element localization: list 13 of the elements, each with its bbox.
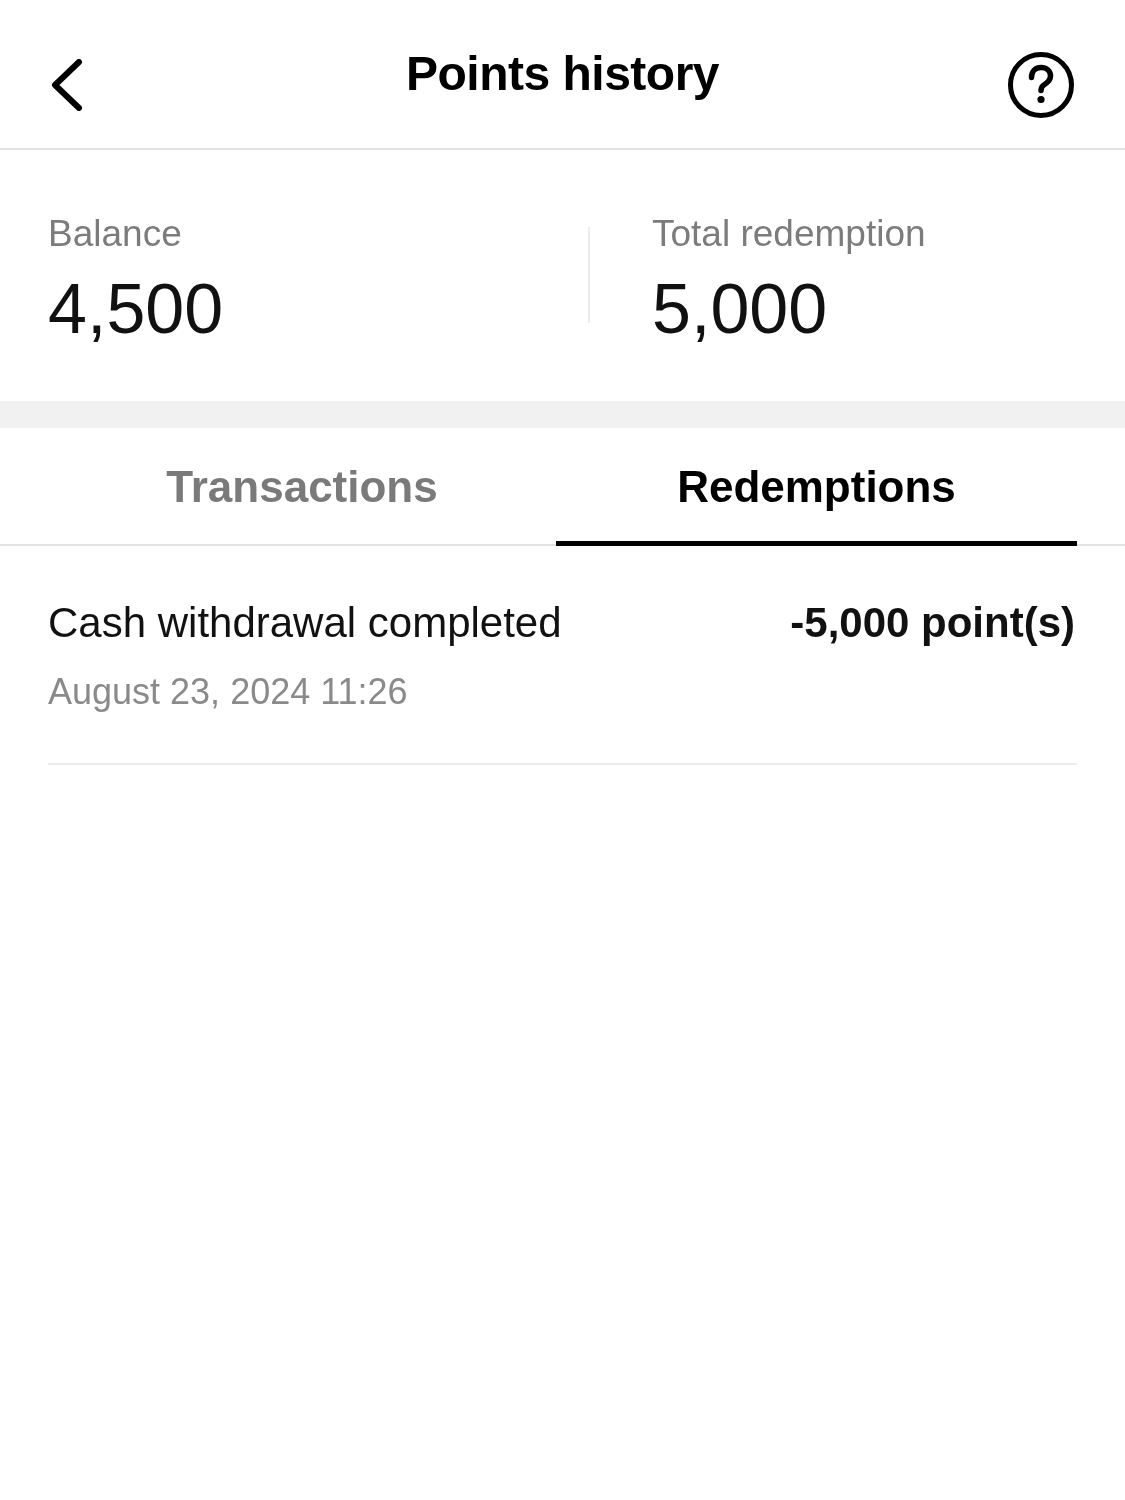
stat-label: Total redemption — [652, 212, 926, 256]
stat-label: Balance — [48, 212, 183, 256]
entry-date: August 23, 2024 11:26 — [48, 670, 409, 714]
help-button[interactable] — [1006, 50, 1076, 120]
entry-title: Cash withdrawal completed — [48, 598, 562, 648]
tab[interactable]: Transactions — [48, 428, 556, 546]
help-icon — [1007, 51, 1075, 119]
stat-value: 5,000 — [652, 270, 829, 348]
tab[interactable]: Redemptions — [556, 428, 1077, 546]
stat-value: 4,500 — [48, 270, 224, 348]
page-title: Points history — [405, 46, 719, 102]
back-chevron-icon — [49, 59, 83, 111]
points-amount: -5,000 point(s) — [790, 598, 1075, 648]
